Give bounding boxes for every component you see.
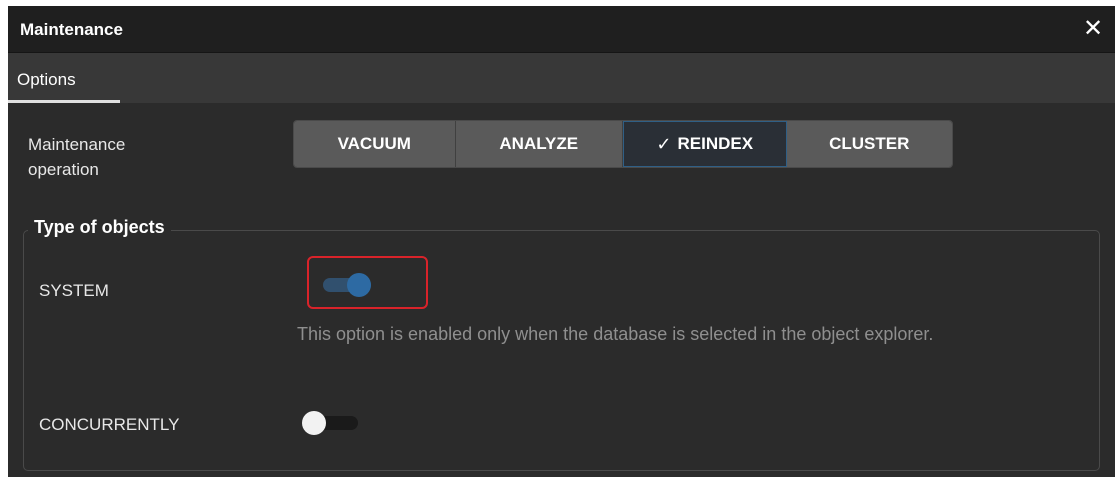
- vacuum-option-label: VACUUM: [337, 134, 411, 153]
- maintenance-dialog: Maintenance ✕ Options Maintenance operat…: [8, 6, 1115, 477]
- reindex-option-label: REINDEX: [677, 134, 754, 153]
- analyze-option-button[interactable]: ANALYZE: [455, 121, 623, 167]
- analyze-option-label: ANALYZE: [499, 134, 579, 153]
- tab-options-label: Options: [17, 70, 76, 89]
- concurrently-toggle[interactable]: [300, 411, 362, 435]
- dialog-title: Maintenance: [20, 20, 123, 39]
- system-toggle[interactable]: [313, 273, 375, 297]
- reindex-option-button[interactable]: ✓ REINDEX: [623, 121, 787, 167]
- system-toggle-knob: [347, 273, 371, 297]
- system-help-text: This option is enabled only when the dat…: [297, 324, 934, 344]
- dialog-titlebar: Maintenance ✕: [8, 6, 1115, 53]
- maintenance-operation-label-line1: Maintenance: [28, 135, 126, 154]
- maintenance-operation-label-line2: operation: [28, 160, 99, 179]
- tab-options[interactable]: Options: [8, 53, 120, 103]
- system-label: SYSTEM: [39, 281, 109, 300]
- cluster-option-button[interactable]: CLUSTER: [786, 121, 952, 167]
- close-icon[interactable]: ✕: [1081, 16, 1105, 42]
- concurrently-toggle-knob: [302, 411, 326, 435]
- concurrently-label: CONCURRENTLY: [39, 415, 180, 434]
- type-of-objects-legend: Type of objects: [28, 217, 171, 238]
- vacuum-option-button[interactable]: VACUUM: [294, 121, 456, 167]
- maintenance-operation-selector: VACUUM ANALYZE ✓ REINDEX CLUSTER: [293, 120, 953, 168]
- tab-bar: Options: [8, 53, 1115, 103]
- check-icon: ✓: [656, 133, 672, 154]
- cluster-option-label: CLUSTER: [829, 134, 910, 153]
- maintenance-operation-label: Maintenance operation: [28, 132, 125, 182]
